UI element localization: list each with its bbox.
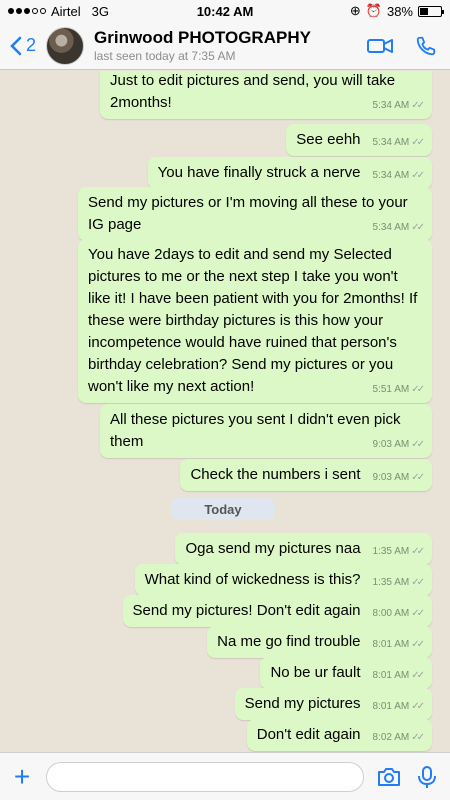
chevron-left-icon (10, 36, 22, 55)
message-text: All these pictures you sent I didn't eve… (110, 411, 401, 450)
message-time: 9:03 AM (372, 472, 410, 483)
message-text: See eehh (296, 131, 361, 148)
message-bubble[interactable]: What kind of wickedness is this? 1:35 AM… (134, 564, 432, 596)
read-ticks-icon: ✓✓ (411, 100, 425, 111)
message-text: What kind of wickedness is this? (144, 571, 361, 588)
message-time: 8:02 AM (372, 732, 410, 743)
message-time: 5:34 AM (372, 170, 410, 181)
message-time: 8:01 AM (372, 701, 410, 712)
message-text: Don't edit again (256, 726, 361, 743)
message-time: 8:01 AM (372, 639, 410, 650)
message-bubble[interactable]: All these pictures you sent I didn't eve… (100, 404, 432, 458)
day-divider: Today (171, 498, 275, 520)
message-input[interactable] (46, 761, 364, 792)
read-ticks-icon: ✓✓ (411, 670, 425, 681)
message-text: You have 2days to edit and send my Selec… (88, 246, 418, 395)
message-meta: 9:03 AM ✓✓ (372, 472, 425, 484)
signal-dots-icon (8, 8, 46, 14)
message-text: Na me go find trouble (217, 633, 361, 650)
read-ticks-icon: ✓✓ (411, 472, 425, 483)
message-meta: 5:34 AM ✓✓ (372, 170, 425, 182)
message-time: 1:35 AM (372, 546, 410, 557)
message-bubble[interactable]: Oga send my pictures naa 1:35 AM ✓✓ (175, 533, 432, 565)
lock-rotation-icon: ⊕ (349, 3, 361, 18)
message-text: Send my pictures! Don't edit again (132, 602, 361, 619)
network-type: 3G (91, 3, 109, 19)
message-bubble[interactable]: Check the numbers i sent 9:03 AM ✓✓ (180, 459, 432, 491)
carrier-name: Airtel (51, 3, 81, 19)
read-ticks-icon: ✓✓ (411, 384, 425, 395)
message-bubble[interactable]: Send my pictures 8:01 AM ✓✓ (234, 688, 432, 720)
message-time: 8:01 AM (372, 670, 410, 681)
message-meta: 9:03 AM ✓✓ (372, 439, 425, 451)
read-ticks-icon: ✓✓ (411, 439, 425, 450)
read-ticks-icon: ✓✓ (411, 577, 425, 588)
message-text: Check the numbers i sent (190, 466, 361, 483)
message-text: Send my pictures (244, 695, 361, 712)
chat-header: 2 Grinwood PHOTOGRAPHY last seen today a… (0, 22, 450, 70)
message-meta: 8:02 AM ✓✓ (372, 732, 425, 744)
alarm-icon: ⏰ (365, 3, 382, 18)
message-time: 9:03 AM (372, 439, 410, 450)
avatar[interactable] (46, 26, 85, 65)
message-bubble[interactable]: You have finally struck a nerve 5:34 AM ✓… (147, 157, 432, 189)
read-ticks-icon: ✓✓ (411, 732, 425, 743)
last-seen: last seen today at 7:35 AM (94, 49, 236, 63)
message-meta: 1:35 AM ✓✓ (372, 577, 425, 589)
message-meta: 8:00 AM ✓✓ (372, 608, 425, 620)
message-time: 5:34 AM (372, 100, 410, 111)
message-bubble[interactable]: Don't edit again 8:02 AM ✓✓ (246, 719, 432, 751)
message-bubble[interactable]: Send my pictures or I'm moving all these… (78, 187, 432, 241)
message-meta: 5:34 AM ✓✓ (372, 222, 425, 234)
message-text: Oga send my pictures naa (185, 540, 361, 557)
plus-icon[interactable]: + (10, 761, 34, 793)
message-time: 5:34 AM (372, 222, 410, 233)
battery-percent: 38% (386, 3, 413, 19)
message-meta: 5:51 AM ✓✓ (372, 384, 425, 396)
back-count: 2 (26, 35, 37, 55)
header-actions (366, 35, 440, 57)
message-bubble[interactable]: Send my pictures! Don't edit again 8:00 … (122, 595, 432, 627)
message-bubble[interactable]: No be ur fault 8:01 AM ✓✓ (260, 657, 432, 689)
message-meta: 8:01 AM ✓✓ (372, 639, 425, 651)
message-time: 1:35 AM (372, 577, 410, 588)
message-time: 8:00 AM (372, 608, 410, 619)
microphone-icon[interactable] (414, 764, 440, 790)
read-ticks-icon: ✓✓ (411, 701, 425, 712)
message-bubble[interactable]: Na me go find trouble 8:01 AM ✓✓ (207, 626, 432, 658)
read-ticks-icon: ✓✓ (411, 608, 425, 619)
contact-info[interactable]: Grinwood PHOTOGRAPHY last seen today at … (94, 28, 366, 63)
message-text: You have finally struck a nerve (157, 164, 361, 181)
message-time: 5:51 AM (372, 384, 410, 395)
message-input-bar: + (0, 752, 450, 800)
phone-icon[interactable] (412, 35, 440, 57)
message-bubble[interactable]: You have 2days to edit and send my Selec… (78, 239, 432, 403)
video-camera-icon[interactable] (366, 35, 394, 57)
message-bubble[interactable]: Just to edit pictures and send, you will… (100, 71, 432, 119)
message-meta: 5:34 AM ✓✓ (372, 137, 425, 149)
message-meta: 1:35 AM ✓✓ (372, 546, 425, 558)
read-ticks-icon: ✓✓ (411, 222, 425, 233)
message-meta: 8:01 AM ✓✓ (372, 670, 425, 682)
message-time: 5:34 AM (372, 137, 410, 148)
status-bar: Airtel 3G 10:42 AM ⊕ ⏰ 38% (0, 0, 450, 22)
message-text: Send my pictures or I'm moving all these… (88, 194, 408, 233)
read-ticks-icon: ✓✓ (411, 546, 425, 557)
read-ticks-icon: ✓✓ (411, 170, 425, 181)
battery-icon (418, 5, 444, 17)
camera-icon[interactable] (376, 764, 402, 790)
contact-name: Grinwood PHOTOGRAPHY (94, 28, 311, 47)
message-bubble[interactable]: See eehh 5:34 AM ✓✓ (286, 124, 432, 156)
chat-area[interactable]: Just to edit pictures and send, you will… (0, 71, 450, 752)
message-meta: 8:01 AM ✓✓ (372, 701, 425, 713)
status-left: Airtel 3G (8, 4, 350, 19)
read-ticks-icon: ✓✓ (411, 639, 425, 650)
message-text: No be ur fault (270, 664, 361, 681)
read-ticks-icon: ✓✓ (411, 137, 425, 148)
status-right: ⊕ ⏰ 38% (349, 3, 444, 19)
message-meta: 5:34 AM ✓✓ (372, 100, 425, 112)
message-text: Just to edit pictures and send, you will… (110, 72, 396, 111)
back-button[interactable]: 2 (10, 35, 36, 56)
